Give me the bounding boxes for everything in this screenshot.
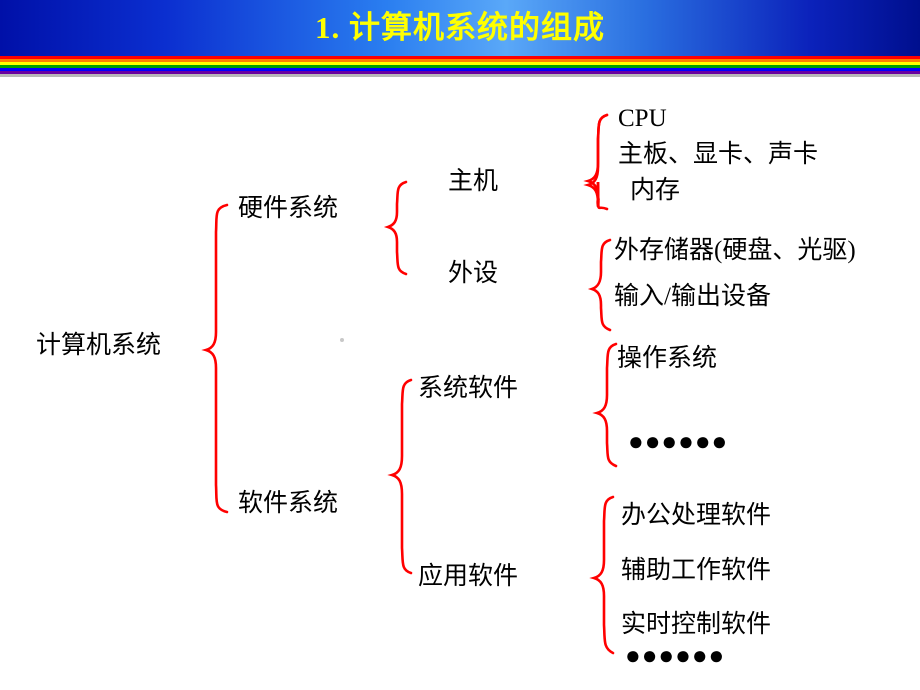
node-app-item-office: 办公处理软件 (621, 502, 772, 529)
slide-canvas: 1. 计算机系统的组成 计算机系统 硬件系统 软件系统 主机 外设 系统软件 应… (0, 0, 920, 690)
node-host: 主机 (448, 168, 499, 195)
node-peripheral: 外设 (448, 260, 499, 287)
node-root: 计算机系统 (36, 332, 162, 359)
rainbow-divider (0, 56, 920, 74)
node-app-item-assist: 辅助工作软件 (621, 557, 772, 584)
node-software-system: 软件系统 (238, 490, 339, 517)
application-software-ellipsis: ●●●●●● (625, 640, 726, 670)
node-host-item-cpu: CPU (618, 105, 667, 132)
node-host-item-memory: 内存 (630, 177, 681, 204)
page-title: 1. 计算机系统的组成 (315, 10, 605, 45)
node-host-item-board: 主板、显卡、声卡 (618, 141, 819, 168)
node-application-software: 应用软件 (418, 563, 519, 590)
node-peripheral-item-storage: 外存储器(硬盘、光驱) (614, 237, 856, 264)
decorative-dot (340, 338, 344, 342)
node-peripheral-item-io: 输入/输出设备 (614, 283, 771, 310)
title-banner: 1. 计算机系统的组成 (0, 0, 920, 56)
banner-shadow (0, 74, 920, 77)
node-app-item-realtime: 实时控制软件 (621, 611, 772, 638)
node-hardware-system: 硬件系统 (238, 195, 339, 222)
node-system-software-item-os: 操作系统 (617, 345, 718, 372)
node-system-software: 系统软件 (418, 375, 519, 402)
system-software-ellipsis: ●●●●●● (628, 426, 729, 456)
